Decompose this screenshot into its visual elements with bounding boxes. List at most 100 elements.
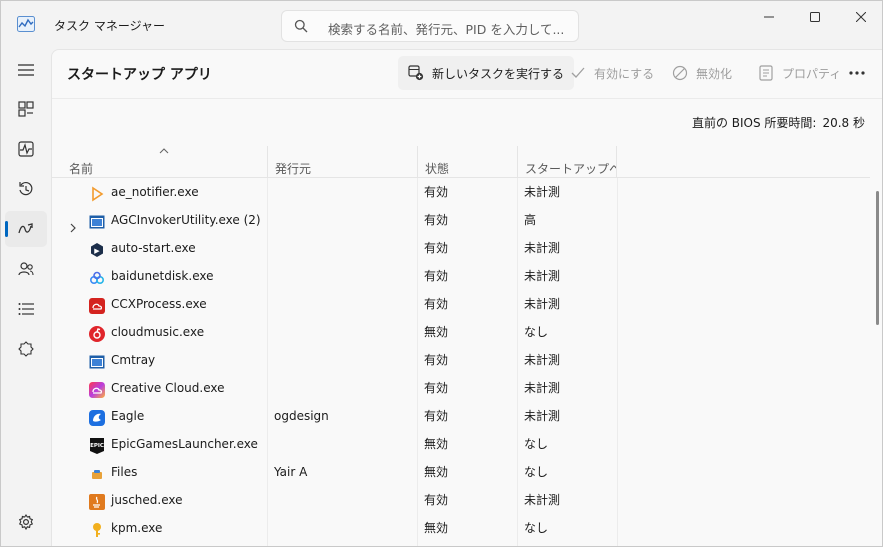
nav-performance[interactable] xyxy=(5,131,47,167)
table-row[interactable]: Eagle ogdesign 有効 未計測 xyxy=(52,402,870,430)
cell-status: 有効 xyxy=(424,409,449,423)
app-name: ae_notifier.exe xyxy=(111,185,199,199)
cell-status: 無効 xyxy=(424,521,449,535)
search-icon xyxy=(294,19,308,33)
cell-startup-impact: 未計測 xyxy=(524,269,561,283)
active-indicator xyxy=(5,221,8,237)
cell-name: CCXProcess.exe xyxy=(52,290,267,318)
table-row[interactable]: baidunetdisk.exe 有効 未計測 xyxy=(52,262,870,290)
nav-users[interactable] xyxy=(5,251,47,287)
window-icon xyxy=(89,352,105,369)
cloud-icon xyxy=(89,268,105,285)
bios-time-value: 20.8 秒 xyxy=(822,116,865,130)
cell-publisher xyxy=(274,290,417,318)
navigation-rail xyxy=(1,49,51,546)
cell-status: 有効 xyxy=(424,185,449,199)
table-row[interactable]: Creative Cloud.exe 有効 未計測 xyxy=(52,374,870,402)
table-row[interactable]: ▶ auto-start.exe 有効 未計測 xyxy=(52,234,870,262)
run-new-task-button[interactable]: 新しいタスクを実行する xyxy=(398,56,575,90)
nav-services[interactable] xyxy=(5,331,47,367)
cell-status: 有効 xyxy=(424,353,449,367)
cell-startup-impact: 未計測 xyxy=(524,409,561,423)
run-new-task-label: 新しいタスクを実行する xyxy=(432,66,565,81)
nav-app-history[interactable] xyxy=(5,171,47,207)
cell-startup-impact: 未計測 xyxy=(524,297,561,311)
java-icon xyxy=(89,492,105,510)
app-name: EpicGamesLauncher.exe xyxy=(111,437,258,451)
nav-settings[interactable] xyxy=(5,504,47,540)
bios-time: 直前の BIOS 所要時間: 20.8 秒 xyxy=(692,114,865,131)
disable-label: 無効化 xyxy=(696,66,733,81)
hamburger-menu-button[interactable] xyxy=(5,52,47,88)
table-row[interactable]: Files Yair A 無効 なし xyxy=(52,458,870,486)
cell-status: 有効 xyxy=(424,241,449,255)
cell-status: 有効 xyxy=(424,493,449,507)
cell-startup-impact: 未計測 xyxy=(524,493,561,507)
vertical-scrollbar[interactable] xyxy=(876,191,879,325)
cell-status: 有効 xyxy=(424,269,449,283)
cell-name: cloudmusic.exe xyxy=(52,318,267,346)
nav-details[interactable] xyxy=(5,291,47,327)
cell-name: kpm.exe xyxy=(52,514,267,542)
cell-startup-impact: なし xyxy=(524,465,549,479)
more-options-icon xyxy=(849,71,865,75)
maximize-button[interactable] xyxy=(792,1,838,33)
cell-status: 無効 xyxy=(424,325,449,339)
close-icon xyxy=(856,12,866,22)
column-header-publisher-label: 発行元 xyxy=(275,162,312,176)
table-row[interactable]: EPIC EpicGamesLauncher.exe 無効 なし xyxy=(52,430,870,458)
play-triangle-icon xyxy=(89,184,105,202)
cell-startup-impact: なし xyxy=(524,521,549,535)
epic-icon: EPIC xyxy=(89,436,105,454)
minimize-icon xyxy=(764,16,774,18)
table-row[interactable]: jusched.exe 有効 未計測 xyxy=(52,486,870,514)
app-name: auto-start.exe xyxy=(111,241,196,255)
app-name: Cmtray xyxy=(111,353,156,367)
table-header: 名前 発行元 状態 スタートアップへ... xyxy=(52,146,870,178)
cell-publisher: Yair A xyxy=(274,465,308,479)
performance-icon xyxy=(18,141,34,157)
startup-apps-page: スタートアップ アプリ 新しいタスクを実行する 有効にする 無効化 プロパティ … xyxy=(51,49,882,546)
disable-button[interactable]: 無効化 xyxy=(662,56,742,90)
cell-startup-impact: 未計測 xyxy=(524,185,561,199)
checkmark-icon xyxy=(570,65,586,81)
table-row[interactable]: ae_notifier.exe 有効 未計測 xyxy=(52,178,870,206)
processes-icon xyxy=(18,101,34,117)
cell-startup-impact: 未計測 xyxy=(524,381,561,395)
minimize-button[interactable] xyxy=(746,1,792,33)
maximize-icon xyxy=(810,12,820,22)
app-history-icon xyxy=(19,181,33,196)
title-bar: タスク マネージャー 検索する名前、発行元、PID を入力して... xyxy=(1,1,882,49)
nav-startup-apps[interactable] xyxy=(5,211,47,247)
more-options-button[interactable] xyxy=(842,56,872,90)
chevron-right-icon[interactable] xyxy=(69,215,77,233)
task-manager-window: タスク マネージャー 検索する名前、発行元、PID を入力して... スタートア… xyxy=(0,0,883,547)
column-header-name[interactable]: 名前 xyxy=(62,146,267,178)
cell-startup-impact: なし xyxy=(524,325,549,339)
services-icon xyxy=(18,341,34,357)
cell-publisher xyxy=(274,374,417,402)
properties-label: プロパティ xyxy=(782,66,842,81)
column-header-startup-impact[interactable]: スタートアップへ... xyxy=(517,146,617,178)
app-name: Creative Cloud.exe xyxy=(111,381,225,395)
column-header-status[interactable]: 状態 xyxy=(417,146,517,178)
cell-publisher xyxy=(274,430,417,458)
table-row[interactable]: kpm.exe 無効 なし xyxy=(52,514,870,542)
column-header-publisher[interactable]: 発行元 xyxy=(267,146,417,178)
close-button[interactable] xyxy=(838,1,882,33)
table-row[interactable]: cloudmusic.exe 無効 なし xyxy=(52,318,870,346)
nav-processes[interactable] xyxy=(5,91,47,127)
app-name: AGCInvokerUtility.exe (2) xyxy=(111,213,261,227)
properties-icon xyxy=(758,65,774,81)
table-row[interactable]: Cmtray 有効 未計測 xyxy=(52,346,870,374)
startup-apps-icon xyxy=(18,223,33,234)
column-header-name-label: 名前 xyxy=(69,162,94,176)
search-box[interactable]: 検索する名前、発行元、PID を入力して... xyxy=(281,10,579,42)
table-row[interactable]: AGCInvokerUtility.exe (2) 有効 高 xyxy=(52,206,870,234)
cell-publisher xyxy=(274,206,417,234)
app-name: baidunetdisk.exe xyxy=(111,269,214,283)
properties-button[interactable]: プロパティ xyxy=(748,56,851,90)
eagle-icon xyxy=(89,408,105,426)
table-row[interactable]: CCXProcess.exe 有効 未計測 xyxy=(52,290,870,318)
enable-button[interactable]: 有効にする xyxy=(560,56,664,90)
